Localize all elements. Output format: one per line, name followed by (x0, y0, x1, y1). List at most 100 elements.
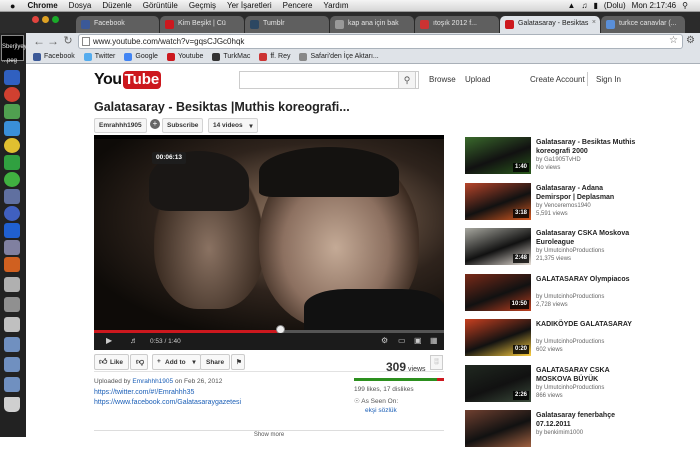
wrench-menu-icon[interactable]: ⚙ (686, 35, 695, 46)
youtube-logo[interactable]: You Tube (94, 71, 162, 89)
menu-item[interactable]: Pencere (283, 0, 313, 12)
back-button[interactable]: ← (32, 34, 46, 48)
address-bar[interactable]: www.youtube.com/watch?v=gqsCJGc0hqk ☆ (78, 34, 683, 49)
related-video-thumbnail[interactable]: 2:48 (465, 228, 531, 265)
close-tab-icon[interactable]: × (592, 19, 596, 26)
related-video-item[interactable]: 10:50 GALATASARAY Olympiacos by UmutcinhoP… (465, 273, 640, 316)
tab-tumblr[interactable]: Tumblr (245, 16, 329, 33)
reload-button[interactable]: ↻ (61, 34, 75, 47)
related-video-title[interactable]: GALATASARAY CSKA MOSKOVA BÜYÜK (536, 366, 638, 384)
app-icon[interactable] (4, 172, 20, 187)
menu-item[interactable]: Geçmiş (189, 0, 216, 12)
battery-icon[interactable]: ▮ (593, 0, 597, 12)
folder-icon[interactable] (4, 377, 20, 392)
bookmark-google[interactable]: Google (124, 52, 158, 61)
videos-count-button[interactable]: 14 videos ▾ (208, 118, 258, 133)
related-video-title[interactable]: Galatasaray fenerbahçe 07.12.2011 (536, 411, 638, 429)
upload-link[interactable]: Upload (465, 75, 490, 84)
folder-icon[interactable] (4, 337, 20, 352)
spotlight-icon[interactable]: ⚲ (682, 0, 688, 12)
app-icon[interactable] (4, 277, 20, 292)
close-window-icon[interactable] (32, 16, 39, 23)
app-icon[interactable] (4, 104, 20, 119)
description-link-facebook[interactable]: https://www.facebook.com/Galatasaraygaze… (94, 399, 241, 406)
menu-item[interactable]: Görüntüle (143, 0, 178, 12)
trash-icon[interactable] (4, 397, 20, 412)
related-video-title[interactable]: Galatasaray - Adana Demirspor | Deplasma… (536, 184, 638, 202)
seen-source-link[interactable]: ekşi sözlük (365, 407, 397, 414)
related-video-item[interactable]: 0:20 KADIKÖYDE GALATASARAY by UmutcinhoPro… (465, 319, 640, 361)
tab-turkce[interactable]: turkce canavlar (... (601, 16, 685, 33)
create-account-link[interactable]: Create Account (530, 75, 585, 84)
video-player[interactable]: 00:06:13 ▶ ♬ 0:53 / 1:40 ⚙ ▭ ▣ ▦ (94, 135, 444, 350)
apple-menu-icon[interactable]: ● (10, 0, 15, 12)
share-button[interactable]: Share (200, 354, 231, 370)
app-icon[interactable] (4, 240, 20, 255)
bookmark-rey[interactable]: ff. Rey (259, 52, 290, 61)
menu-item[interactable]: Yer İşaretleri (227, 0, 272, 12)
related-video-thumbnail[interactable]: 3:18 (465, 182, 531, 220)
menu-item[interactable]: Yardım (323, 0, 348, 12)
wifi-icon[interactable]: ▲ (568, 0, 576, 12)
related-video-thumbnail[interactable]: 2:26 (465, 364, 531, 402)
related-video-item[interactable]: 2:48 Galatasaray CSKA Moskova Euroleague b… (465, 228, 640, 270)
uploader-link[interactable]: Emrahhh1905 (132, 378, 173, 385)
bookmark-turkmac[interactable]: TurkMac (212, 52, 250, 61)
chrome-icon[interactable] (4, 87, 20, 102)
bookmark-facebook[interactable]: Facebook (33, 52, 75, 61)
browse-link[interactable]: Browse (429, 75, 456, 84)
add-to-button[interactable]: + Add to ▾ (152, 354, 201, 370)
related-video-thumbnail[interactable]: 10:50 (465, 273, 531, 311)
menu-item[interactable]: Dosya (69, 0, 92, 12)
facetime-icon[interactable] (4, 155, 20, 170)
minimize-window-icon[interactable] (42, 16, 49, 23)
tab-besiktas[interactable]: Kim Beşikt | Cü (160, 16, 244, 33)
tab-active-youtube[interactable]: Galatasaray - Besiktas × (500, 16, 600, 34)
app-icon[interactable] (4, 297, 20, 312)
like-button[interactable]: 👍︎ Like (94, 354, 130, 370)
bookmark-youtube[interactable]: Youtube (166, 52, 203, 61)
show-more-button[interactable]: Show more (94, 430, 444, 438)
related-video-item[interactable]: 2:26 GALATASARAY CSKA MOSKOVA BÜYÜK by Umu… (465, 364, 640, 407)
dislike-button[interactable]: 👎︎ (130, 354, 148, 370)
related-video-item[interactable]: 1:40 Galatasaray - Besiktas Muthis koreog… (465, 137, 640, 179)
small-player-icon[interactable]: ▭ (398, 336, 406, 345)
bookmark-star-icon[interactable]: ☆ (669, 35, 678, 46)
zoom-window-icon[interactable] (52, 16, 59, 23)
stats-button[interactable]: ░ (430, 355, 443, 370)
related-video-thumbnail[interactable]: 1:40 (465, 137, 531, 174)
channel-name-button[interactable]: Emrahhh1905 (94, 118, 147, 133)
play-icon[interactable]: ▶ (106, 336, 112, 345)
app-icon[interactable] (4, 138, 20, 153)
bookmark-twitter[interactable]: Twitter (83, 52, 115, 61)
app-icon[interactable] (4, 206, 20, 221)
volume-icon[interactable]: ♬ (130, 336, 138, 345)
search-input[interactable] (239, 71, 419, 89)
finder-icon[interactable] (4, 70, 20, 85)
search-button[interactable]: ⚲ (398, 71, 416, 89)
app-icon[interactable] (4, 317, 20, 332)
settings-gear-icon[interactable]: ⚙ (381, 336, 388, 345)
tab-page-2[interactable]: ıtoşık 2012 f... (415, 16, 499, 33)
tab-page[interactable]: kap ana için bak (330, 16, 414, 33)
related-video-title[interactable]: GALATASARAY Olympiacos (536, 275, 638, 284)
app-icon[interactable] (4, 257, 20, 272)
skype-icon[interactable] (4, 121, 20, 136)
subscribe-button[interactable]: Subscribe (162, 118, 204, 133)
related-video-thumbnail[interactable]: 0:20 (465, 319, 531, 356)
related-video-title[interactable]: Galatasaray - Besiktas Muthis koreografi… (536, 138, 638, 156)
related-video-title[interactable]: KADIKÖYDE GALATASARAY (536, 320, 638, 329)
menu-item[interactable]: Düzenle (102, 0, 131, 12)
flag-button[interactable]: ⚑ (231, 354, 245, 370)
tab-facebook[interactable]: Facebook (76, 16, 159, 33)
related-video-title[interactable]: Galatasaray CSKA Moskova Euroleague (536, 229, 638, 247)
description-link-twitter[interactable]: https://twitter.com/#!/Emrahhh35 (94, 389, 194, 396)
related-video-item[interactable]: 3:18 Galatasaray - Adana Demirspor | Depl… (465, 182, 640, 225)
sign-in-link[interactable]: Sign In (596, 75, 621, 84)
large-player-icon[interactable]: ▣ (414, 336, 422, 345)
video-frame[interactable]: 00:06:13 (94, 139, 444, 349)
fullscreen-icon[interactable]: ▦ (430, 336, 438, 345)
related-video-item[interactable]: Galatasaray fenerbahçe 07.12.2011 by benk… (465, 410, 640, 452)
menu-app[interactable]: Chrome (27, 0, 57, 12)
app-icon[interactable] (4, 189, 20, 204)
